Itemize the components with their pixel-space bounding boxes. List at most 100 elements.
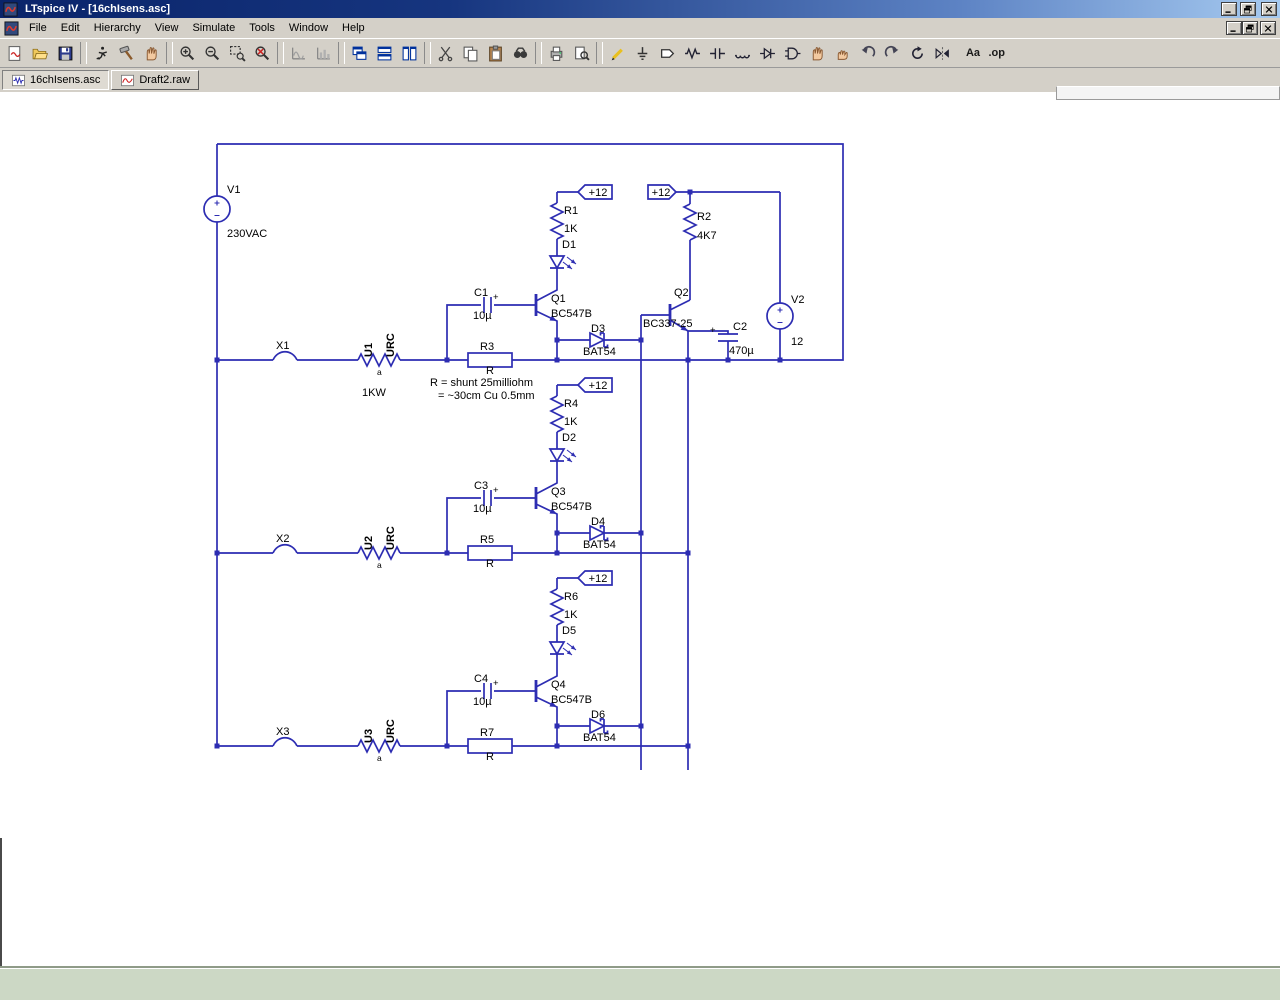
plot-settings-button[interactable] (311, 41, 336, 65)
ground-button[interactable] (630, 41, 655, 65)
menu-window[interactable]: Window (282, 19, 335, 37)
run-button[interactable] (89, 41, 114, 65)
menu-view[interactable]: View (148, 19, 186, 37)
mdi-minimize-button[interactable] (1226, 21, 1242, 35)
label-ch1-fuse: X1 (276, 340, 289, 352)
label-ch1-u-type: URC (385, 333, 397, 357)
label-ch2-cap-value: 10µ (473, 503, 492, 515)
save-button[interactable] (53, 41, 78, 65)
resistor-button[interactable] (680, 41, 705, 65)
label-ch2-r-value: 1K (564, 416, 578, 428)
move-button[interactable] (805, 41, 830, 65)
ltspice-menu-icon (4, 20, 19, 36)
paste-button[interactable] (483, 41, 508, 65)
label-v1-value: 230VAC (227, 228, 267, 240)
inductor-button[interactable] (730, 41, 755, 65)
v2-source (766, 302, 794, 330)
menu-file[interactable]: File (22, 19, 54, 37)
label-ch1-led-ref: D1 (562, 239, 576, 251)
label-ch1-shunt-value: R (486, 365, 494, 377)
mirror-button[interactable] (930, 41, 955, 65)
menubar: File Edit Hierarchy View Simulate Tools Window… (0, 18, 1280, 38)
drag-button[interactable] (830, 41, 855, 65)
label-ch1-cap-ref: C1 (474, 287, 488, 299)
component-button[interactable] (780, 41, 805, 65)
label-ch2-r-ref: R4 (564, 398, 578, 410)
find-button[interactable] (508, 41, 533, 65)
menu-simulate[interactable]: Simulate (185, 19, 242, 37)
diode-button[interactable] (755, 41, 780, 65)
print-preview-button[interactable] (569, 41, 594, 65)
label-ch3-u-ref: U3 (363, 729, 375, 743)
label-ch3-q-type: BC547B (551, 694, 592, 706)
menu-tools[interactable]: Tools (242, 19, 282, 37)
label-ch3-led-ref: D5 (562, 625, 576, 637)
label-net-button[interactable] (655, 41, 680, 65)
tab-16chisens[interactable]: 16chIsens.asc (2, 70, 110, 90)
zoom-area-button[interactable] (225, 41, 250, 65)
cut-button[interactable] (433, 41, 458, 65)
window-title: LTspice IV - [16chIsens.asc] (25, 3, 171, 15)
draw-wire-button[interactable] (605, 41, 630, 65)
text-button[interactable]: Aa (955, 41, 980, 65)
ltspice-window: { "window": { "title": "LTspice IV - [16… (0, 0, 1280, 1000)
menu-help[interactable]: Help (335, 19, 372, 37)
pause-button[interactable] (139, 41, 164, 65)
label-ch3-shunt-value: R (486, 751, 494, 763)
tab-label: 16chIsens.asc (30, 74, 101, 86)
tab-draft2[interactable]: Draft2.raw (111, 70, 200, 90)
toolbar: Aa .op (0, 38, 1280, 68)
label-ch1-sense-ref: D3 (591, 323, 605, 335)
cascade-windows-button[interactable] (347, 41, 372, 65)
mdi-restore-button[interactable] (1242, 21, 1258, 35)
label-ch3-fuse: X3 (276, 726, 289, 738)
label-ch1-sense-value: BAT54 (583, 346, 616, 358)
menu-hierarchy[interactable]: Hierarchy (87, 19, 148, 37)
label-c2-plus: + (710, 325, 716, 336)
new-schematic-button[interactable] (3, 41, 28, 65)
schematic-drawing: V1 230VAC R = shunt 25milliohm = ~30cm C… (203, 143, 844, 770)
spice-directive-button[interactable]: .op (980, 41, 1006, 65)
restore-button[interactable] (1240, 2, 1256, 16)
schematic-canvas[interactable]: V1 230VAC R = shunt 25milliohm = ~30cm C… (0, 92, 1280, 968)
label-ch1-cap-plus: + (493, 292, 499, 303)
zoom-back-button[interactable] (200, 41, 225, 65)
zoom-in-button[interactable] (175, 41, 200, 65)
label-r2-value: 4K7 (697, 230, 717, 242)
titlebar[interactable]: LTspice IV - [16chIsens.asc] (0, 0, 1280, 18)
redo-button[interactable] (880, 41, 905, 65)
halt-button[interactable] (114, 41, 139, 65)
open-file-button[interactable] (28, 41, 53, 65)
capacitor-button[interactable] (705, 41, 730, 65)
tile-horizontal-button[interactable] (372, 41, 397, 65)
label-ch3-sense-value: BAT54 (583, 732, 616, 744)
top-loop-wire (216, 143, 844, 746)
close-button[interactable] (1261, 2, 1277, 16)
label-c2-value: 470µ (729, 345, 754, 357)
label-shunt-note-2: = ~30cm Cu 0.5mm (438, 390, 535, 402)
label-ch2-flag: +12 (589, 380, 608, 392)
tab-file-icon (121, 74, 135, 86)
label-ch2-cap-ref: C3 (474, 480, 488, 492)
zoom-full-extents-button[interactable] (250, 41, 275, 65)
label-ch2-u-type: URC (385, 526, 397, 550)
rotate-button[interactable] (905, 41, 930, 65)
menu-edit[interactable]: Edit (54, 19, 87, 37)
label-ch3-cap-ref: C4 (474, 673, 488, 685)
label-r2-ref: R2 (697, 211, 711, 223)
mdi-close-button[interactable] (1260, 21, 1276, 35)
tile-vertical-button[interactable] (397, 41, 422, 65)
label-ch3-shunt-ref: R7 (480, 727, 494, 739)
label-ch2-sense-ref: D4 (591, 516, 605, 528)
schematic-labels: V1 230VAC R = shunt 25milliohm = ~30cm C… (227, 184, 804, 763)
print-button[interactable] (544, 41, 569, 65)
undo-button[interactable] (855, 41, 880, 65)
autorange-y-button[interactable] (286, 41, 311, 65)
minimize-button[interactable] (1221, 2, 1237, 16)
window-border-artifact (0, 838, 2, 970)
r2-resistor (682, 192, 698, 300)
toolbar-separator (277, 42, 284, 64)
tab-label: Draft2.raw (139, 74, 191, 86)
copy-button[interactable] (458, 41, 483, 65)
toolbar-separator (338, 42, 345, 64)
